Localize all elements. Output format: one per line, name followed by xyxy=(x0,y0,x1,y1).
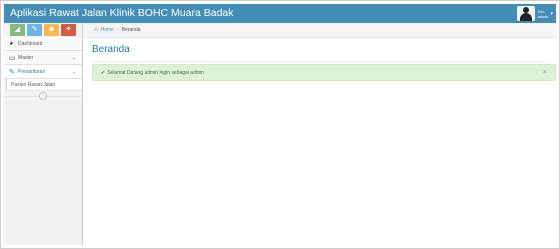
main-content: ⌂ Home › Beranda Beranda ✔ Selamat Datan… xyxy=(84,23,556,245)
users-icon[interactable]: ☻ xyxy=(44,24,59,36)
user-menu[interactable]: Hai, admin ▾ xyxy=(516,5,553,22)
sidebar-item-label: Dashboard xyxy=(18,40,43,47)
user-avatar-icon[interactable] xyxy=(516,6,535,21)
welcome-alert: ✔ Selamat Datang admin login sebagai adm… xyxy=(92,64,556,81)
user-name: admin xyxy=(537,13,549,19)
chevron-down-icon: ⌄ xyxy=(71,54,76,61)
pencil-icon[interactable]: ✎ xyxy=(27,24,42,36)
sidebar-item-label: Pendaftaran xyxy=(18,68,46,75)
check-icon: ✔ xyxy=(101,69,106,76)
breadcrumb-current: Beranda xyxy=(121,27,141,33)
sidebar-subitem-pasien-rawat-jalan[interactable]: Pasien Rawat Jalan xyxy=(6,79,82,91)
app-brand[interactable]: Aplikasi Rawat Jalan Klinik BOHC Muara B… xyxy=(10,7,234,20)
chevron-down-icon: ⌄ xyxy=(71,68,76,75)
user-info[interactable]: Hai, admin xyxy=(538,9,549,19)
sidebar-shortcuts: ◢ ✎ ☻ ✦ xyxy=(4,23,82,37)
home-icon: ⌂ xyxy=(94,27,98,33)
desktop-icon: ▭ xyxy=(9,54,16,62)
breadcrumb-separator-icon: › xyxy=(116,27,119,33)
sidebar-item-dashboard[interactable]: ◕ Dashboard xyxy=(4,37,82,51)
breadcrumb: ⌂ Home › Beranda xyxy=(84,23,556,38)
sidebar-subitem-label: Pasien Rawat Jalan xyxy=(11,81,56,88)
signal-icon[interactable]: ◢ xyxy=(10,24,25,36)
sidebar: ◢ ✎ ☻ ✦ ◕ Dashboard ▭ Master ⌄ ✎ Pendaft… xyxy=(4,23,83,245)
double-angle-left-icon[interactable]: « xyxy=(39,92,47,100)
page-header: Beranda xyxy=(92,42,548,62)
caret-down-icon[interactable]: ▾ xyxy=(550,11,553,17)
alert-message: Selamat Datang admin login sebagai admin xyxy=(107,69,204,76)
top-navbar: Aplikasi Rawat Jalan Klinik BOHC Muara B… xyxy=(4,4,556,23)
sidebar-item-label: Master xyxy=(18,54,34,61)
edit-icon: ✎ xyxy=(9,68,15,76)
breadcrumb-home[interactable]: Home xyxy=(101,27,114,33)
sidebar-item-master[interactable]: ▭ Master ⌄ xyxy=(4,51,82,65)
tachometer-icon: ◕ xyxy=(9,40,14,47)
cogs-icon[interactable]: ✦ xyxy=(61,24,76,36)
sidebar-collapse: « xyxy=(4,91,82,101)
sidebar-item-pendaftaran[interactable]: ✎ Pendaftaran ⌄ xyxy=(4,65,82,79)
close-icon[interactable]: × xyxy=(543,69,547,76)
page-title: Beranda xyxy=(92,44,130,55)
